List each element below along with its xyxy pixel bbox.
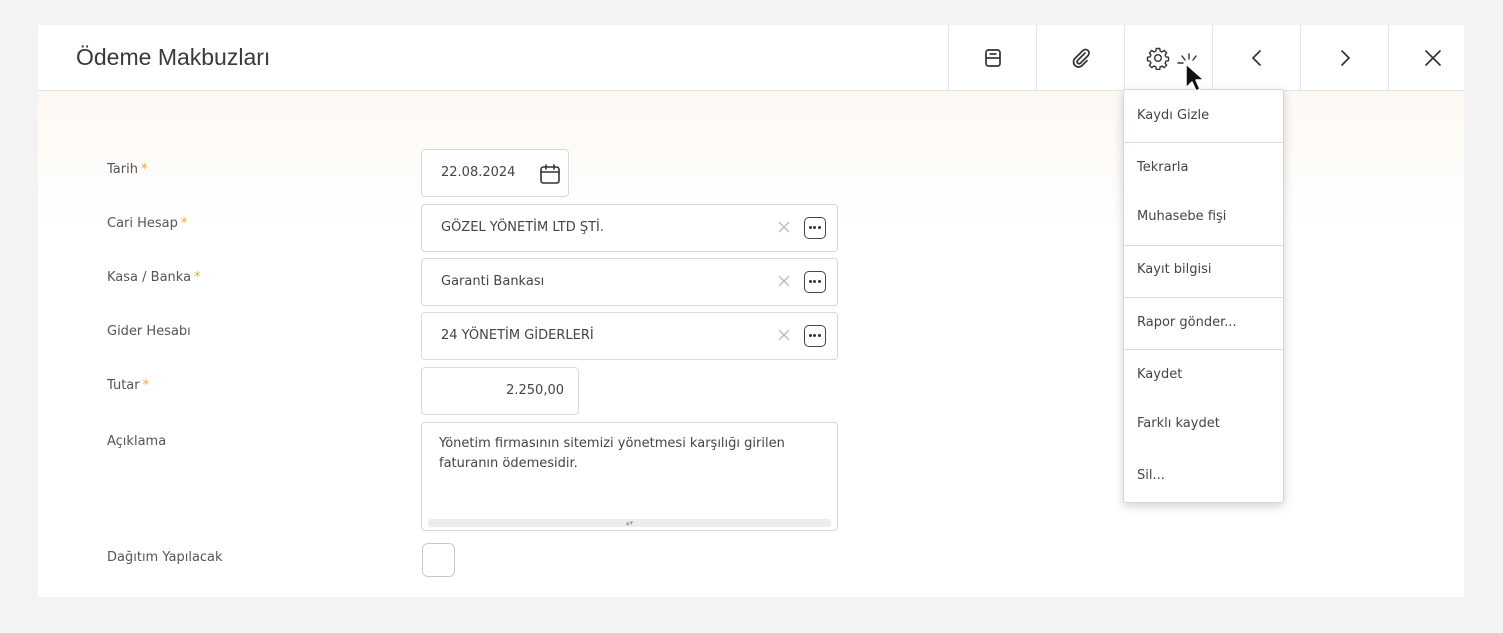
date-label: Tarih * xyxy=(107,162,148,177)
previous-button[interactable] xyxy=(1212,25,1300,91)
chevron-left-icon xyxy=(1247,48,1267,68)
menu-item-record-info[interactable]: Kayıt bilgisi xyxy=(1124,250,1283,290)
clear-icon[interactable] xyxy=(775,272,793,290)
close-icon xyxy=(1422,47,1444,69)
account-label: Cari Hesap * xyxy=(107,216,188,231)
expense-account-label: Gider Hesabı xyxy=(107,324,191,339)
menu-item-send-report[interactable]: Rapor gönder... xyxy=(1124,303,1283,343)
more-options-icon[interactable] xyxy=(804,271,826,293)
required-mark: * xyxy=(142,378,150,393)
menu-divider xyxy=(1124,297,1283,298)
print-icon xyxy=(982,47,1004,69)
settings-dropdown-menu: Kaydı Gizle Tekrarla Muhasebe fişi Kayıt… xyxy=(1123,89,1284,503)
menu-item-accounting-voucher[interactable]: Muhasebe fişi xyxy=(1124,197,1283,237)
amount-label: Tutar * xyxy=(107,378,150,393)
expense-account-field[interactable]: 24 YÖNETİM GİDERLERİ xyxy=(421,312,838,360)
clear-icon[interactable] xyxy=(775,326,793,344)
account-field[interactable]: GÖZEL YÖNETİM LTD ŞTİ. xyxy=(421,204,838,252)
clear-icon[interactable] xyxy=(775,218,793,236)
cash-bank-field[interactable]: Garanti Bankası xyxy=(421,258,838,306)
menu-item-delete[interactable]: Sil... xyxy=(1124,456,1283,496)
resize-handle-icon[interactable]: ▴▾ xyxy=(428,519,831,527)
required-mark: * xyxy=(140,162,148,177)
menu-divider xyxy=(1124,142,1283,143)
cash-bank-label: Kasa / Banka * xyxy=(107,270,201,285)
menu-item-save-as[interactable]: Farklı kaydet xyxy=(1124,404,1283,444)
amount-field[interactable]: 2.250,00 xyxy=(421,367,579,415)
close-button[interactable] xyxy=(1388,25,1464,91)
attach-button[interactable] xyxy=(1036,25,1124,91)
mouse-cursor-icon xyxy=(1176,50,1210,99)
menu-item-hide-record[interactable]: Kaydı Gizle xyxy=(1124,96,1283,136)
date-field[interactable]: 22.08.2024 xyxy=(421,149,569,197)
more-options-icon[interactable] xyxy=(804,217,826,239)
gear-icon xyxy=(1146,46,1170,70)
distribution-checkbox[interactable] xyxy=(422,543,455,577)
required-mark: * xyxy=(194,270,201,285)
description-label: Açıklama xyxy=(107,434,167,449)
chevron-right-icon xyxy=(1335,48,1355,68)
distribution-label: Dağıtım Yapılacak xyxy=(107,550,223,565)
menu-divider xyxy=(1124,349,1283,350)
paperclip-icon xyxy=(1070,47,1092,69)
more-options-icon[interactable] xyxy=(804,325,826,347)
calendar-icon[interactable] xyxy=(538,162,562,190)
menu-item-repeat[interactable]: Tekrarla xyxy=(1124,148,1283,188)
panel-header: Ödeme Makbuzları xyxy=(38,25,1464,91)
next-button[interactable] xyxy=(1300,25,1388,91)
page-title: Ödeme Makbuzları xyxy=(76,44,271,70)
menu-item-save[interactable]: Kaydet xyxy=(1124,355,1283,395)
required-mark: * xyxy=(180,216,188,231)
print-button[interactable] xyxy=(948,25,1036,91)
menu-divider xyxy=(1124,245,1283,246)
description-textarea[interactable]: Yönetim firmasının sitemizi yönetmesi ka… xyxy=(421,422,838,531)
